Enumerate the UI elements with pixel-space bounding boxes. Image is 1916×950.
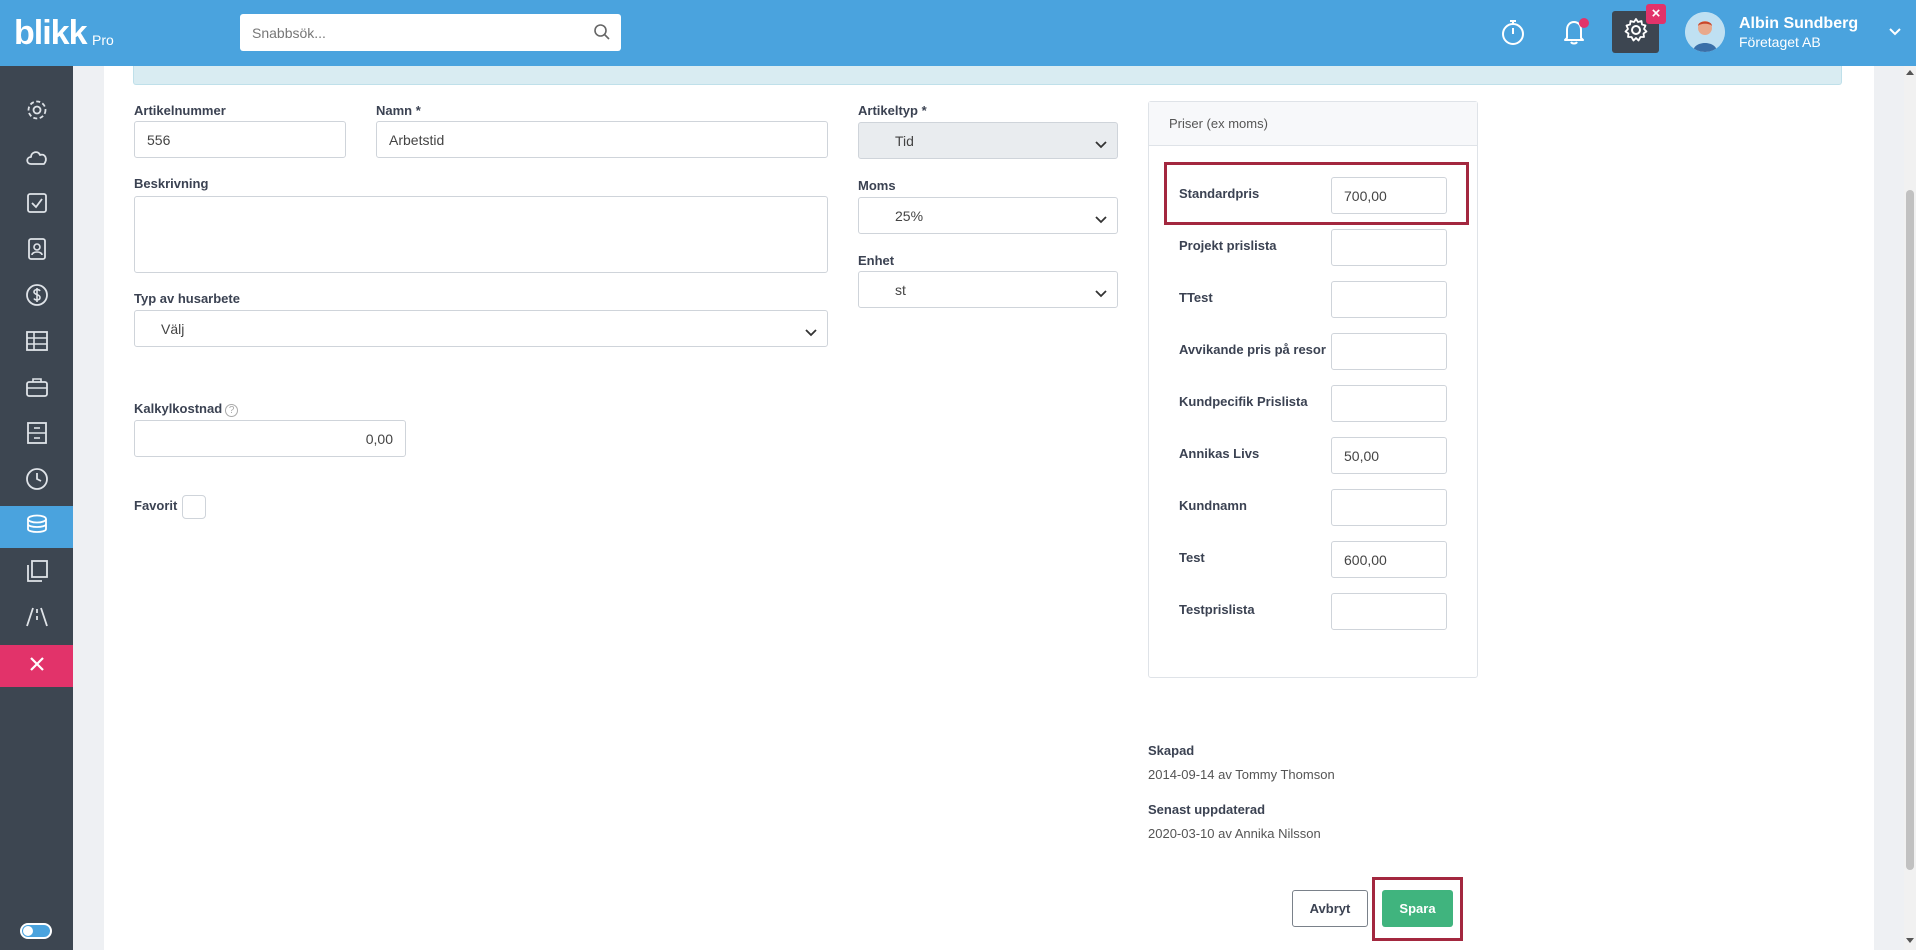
scroll-up-icon[interactable] bbox=[1906, 70, 1914, 75]
sidebar-toggle[interactable] bbox=[20, 923, 52, 939]
checkbox-icon bbox=[26, 192, 48, 219]
unit-select[interactable]: st bbox=[858, 271, 1118, 308]
household-work-select[interactable]: Välj bbox=[134, 310, 828, 347]
scroll-down-icon[interactable] bbox=[1906, 938, 1914, 943]
price-input[interactable] bbox=[1331, 229, 1447, 266]
price-input[interactable] bbox=[1331, 281, 1447, 318]
name-field[interactable] bbox=[376, 121, 828, 158]
price-input[interactable] bbox=[1331, 593, 1447, 630]
sidebar-item-articles[interactable] bbox=[0, 506, 73, 548]
sidebar-item-time[interactable] bbox=[0, 460, 73, 502]
user-name[interactable]: Albin Sundberg bbox=[1739, 15, 1858, 33]
archive-icon bbox=[26, 421, 48, 450]
chevron-down-icon[interactable] bbox=[1888, 24, 1902, 42]
save-button[interactable]: Spara bbox=[1382, 890, 1453, 927]
search-icon[interactable] bbox=[593, 23, 611, 46]
price-input[interactable] bbox=[1331, 385, 1447, 422]
gear-icon bbox=[25, 98, 49, 127]
article-type-label: Artikeltyp * bbox=[858, 103, 927, 118]
price-label: Testprislista bbox=[1179, 602, 1255, 617]
price-label: Kundpecifik Prislista bbox=[1179, 394, 1308, 409]
article-type-select[interactable]: Tid bbox=[858, 122, 1118, 159]
vat-value: 25% bbox=[895, 207, 924, 224]
price-input[interactable] bbox=[1331, 541, 1447, 578]
chevron-down-icon bbox=[1095, 211, 1107, 227]
article-type-value: Tid bbox=[895, 132, 914, 149]
unit-label: Enhet bbox=[858, 253, 895, 268]
stopwatch-icon[interactable] bbox=[1495, 14, 1531, 50]
favorite-label: Favorit bbox=[134, 498, 178, 513]
price-label: Projekt prislista bbox=[1179, 238, 1277, 253]
close-badge[interactable]: × bbox=[1646, 4, 1666, 24]
sidebar-item-settings[interactable] bbox=[0, 91, 73, 133]
user-company: Företaget AB bbox=[1739, 34, 1821, 50]
sidebar-item-archive[interactable] bbox=[0, 414, 73, 456]
price-label: Annikas Livs bbox=[1179, 446, 1260, 461]
price-label: Avvikande pris på resor bbox=[1179, 342, 1326, 357]
cloud-icon bbox=[24, 147, 50, 172]
calc-cost-label: Kalkylkostnad? bbox=[134, 401, 239, 417]
chevron-down-icon bbox=[1095, 285, 1107, 301]
sidebar-item-contacts[interactable] bbox=[0, 230, 73, 272]
coins-icon bbox=[24, 514, 50, 541]
search-input[interactable] bbox=[240, 14, 560, 51]
article-number-label: Artikelnummer bbox=[134, 103, 226, 118]
contacts-icon bbox=[26, 237, 48, 266]
help-icon[interactable]: ? bbox=[225, 404, 239, 417]
search-box[interactable] bbox=[240, 14, 621, 51]
logo[interactable]: blikk bbox=[14, 14, 87, 53]
price-input[interactable] bbox=[1331, 177, 1447, 214]
dollar-icon bbox=[25, 283, 49, 312]
name-label: Namn * bbox=[376, 103, 421, 118]
sidebar-item-road[interactable] bbox=[0, 598, 73, 640]
sidebar-item-tasks[interactable] bbox=[0, 184, 73, 226]
calc-cost-field[interactable] bbox=[134, 420, 406, 457]
cancel-button[interactable]: Avbryt bbox=[1292, 890, 1368, 927]
created-value: 2014-09-14 av Tommy Thomson bbox=[1148, 767, 1335, 782]
chevron-down-icon bbox=[1095, 136, 1107, 152]
description-label: Beskrivning bbox=[134, 176, 209, 191]
sidebar-item-table[interactable] bbox=[0, 322, 73, 364]
table-icon bbox=[25, 330, 49, 357]
price-input[interactable] bbox=[1331, 437, 1447, 474]
price-input[interactable] bbox=[1331, 333, 1447, 370]
price-label: Standardpris bbox=[1179, 186, 1260, 201]
favorite-checkbox[interactable] bbox=[182, 495, 206, 519]
vat-select[interactable]: 25% bbox=[858, 197, 1118, 234]
vat-label: Moms bbox=[858, 178, 896, 193]
logo-suffix: Pro bbox=[92, 32, 114, 48]
description-field[interactable] bbox=[134, 196, 828, 273]
prices-title: Priser (ex moms) bbox=[1149, 102, 1477, 146]
created-label: Skapad bbox=[1148, 743, 1195, 758]
notification-dot bbox=[1579, 18, 1589, 28]
copy-icon bbox=[25, 559, 49, 588]
clock-icon bbox=[25, 467, 49, 496]
info-banner bbox=[133, 66, 1842, 85]
updated-value: 2020-03-10 av Annika Nilsson bbox=[1148, 826, 1321, 841]
sidebar-item-cloud[interactable] bbox=[0, 138, 73, 180]
unit-value: st bbox=[895, 281, 906, 298]
briefcase-icon bbox=[25, 376, 49, 403]
price-input[interactable] bbox=[1331, 489, 1447, 526]
sidebar-item-projects[interactable] bbox=[0, 368, 73, 410]
chevron-down-icon bbox=[805, 324, 817, 340]
price-label: Kundnamn bbox=[1179, 498, 1247, 513]
article-number-field[interactable] bbox=[134, 121, 346, 158]
household-work-label: Typ av husarbete bbox=[134, 291, 240, 306]
avatar[interactable] bbox=[1685, 12, 1725, 52]
price-label: Test bbox=[1179, 550, 1205, 565]
road-icon bbox=[24, 606, 50, 633]
sidebar-item-documents[interactable] bbox=[0, 552, 73, 594]
sidebar-close-button[interactable] bbox=[0, 645, 73, 687]
sidebar-item-invoices[interactable] bbox=[0, 276, 73, 318]
scrollbar-thumb[interactable] bbox=[1906, 190, 1914, 870]
updated-label: Senast uppdaterad bbox=[1148, 802, 1266, 817]
household-work-value: Välj bbox=[161, 320, 185, 337]
calc-cost-label-text: Kalkylkostnad bbox=[134, 401, 223, 416]
price-label: TTest bbox=[1179, 290, 1213, 305]
close-icon bbox=[28, 655, 46, 678]
